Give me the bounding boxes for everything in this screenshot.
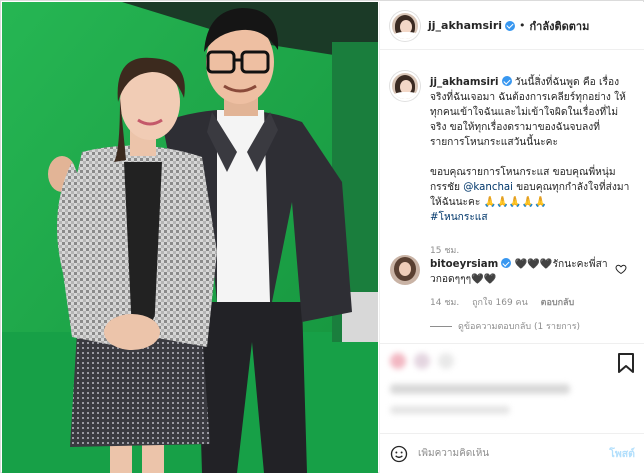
caption-author-avatar[interactable] <box>390 71 420 101</box>
caption-time[interactable]: 15 ชม. <box>430 243 459 257</box>
commenter-avatar[interactable] <box>390 255 420 285</box>
comment-text: bitoeyrsiam 🖤🖤🖤รักนะคะพี่สาวกอดๆๆๆ🖤🖤 <box>430 257 610 287</box>
action-bar <box>380 343 644 433</box>
following-button[interactable]: กำลังติดตาม <box>530 17 590 35</box>
post-comment-button[interactable]: โพสต์ <box>609 445 635 462</box>
photo-illustration <box>2 2 378 473</box>
post-side-panel: jj_akhamsiri • กำลังติดตาม jj_akhamsiri … <box>379 2 644 473</box>
verified-badge-icon <box>505 20 516 31</box>
view-replies-link[interactable]: ดูข้อความตอบกลับ (1 รายการ) <box>430 319 580 333</box>
bookmark-icon[interactable] <box>617 353 635 373</box>
commenter-username[interactable]: bitoeyrsiam <box>430 259 498 270</box>
caption-mention-link[interactable]: @kanchai <box>463 182 513 193</box>
caption-text: jj_akhamsiri วันนี้สิ่งที่ฉันพูด คือ เรื… <box>430 75 630 225</box>
caption-hashtag-link[interactable]: #โหนกระแส <box>430 212 488 223</box>
emoji-face-icon[interactable] <box>390 445 408 463</box>
post-header: jj_akhamsiri • กำลังติดตาม <box>380 2 644 50</box>
blurred-action-icons <box>390 353 454 369</box>
add-comment-input[interactable] <box>418 448 588 459</box>
comment-time: 14 ชม. <box>430 298 460 308</box>
post-photo[interactable] <box>2 2 378 473</box>
comment-likes[interactable]: ถูกใจ 169 คน <box>472 298 528 308</box>
caption-username[interactable]: jj_akhamsiri <box>430 77 499 88</box>
add-comment-bar: โพสต์ <box>380 433 644 473</box>
blurred-likes-line <box>390 384 570 394</box>
heart-outline-icon[interactable] <box>615 263 627 275</box>
author-avatar[interactable] <box>390 10 420 41</box>
comments-section[interactable]: jj_akhamsiri วันนี้สิ่งที่ฉันพูด คือ เรื… <box>380 51 644 341</box>
caption-verified-badge-icon <box>501 76 512 86</box>
instagram-post-window: jj_akhamsiri • กำลังติดตาม jj_akhamsiri … <box>0 0 644 473</box>
blurred-date-line <box>390 406 510 414</box>
commenter-verified-badge-icon <box>501 258 512 268</box>
header-separator: • <box>519 19 526 32</box>
author-username[interactable]: jj_akhamsiri <box>428 19 502 32</box>
reply-button[interactable]: ตอบกลับ <box>541 298 575 308</box>
comment-meta: 14 ชม. ถูกใจ 169 คน ตอบกลับ <box>430 295 584 309</box>
